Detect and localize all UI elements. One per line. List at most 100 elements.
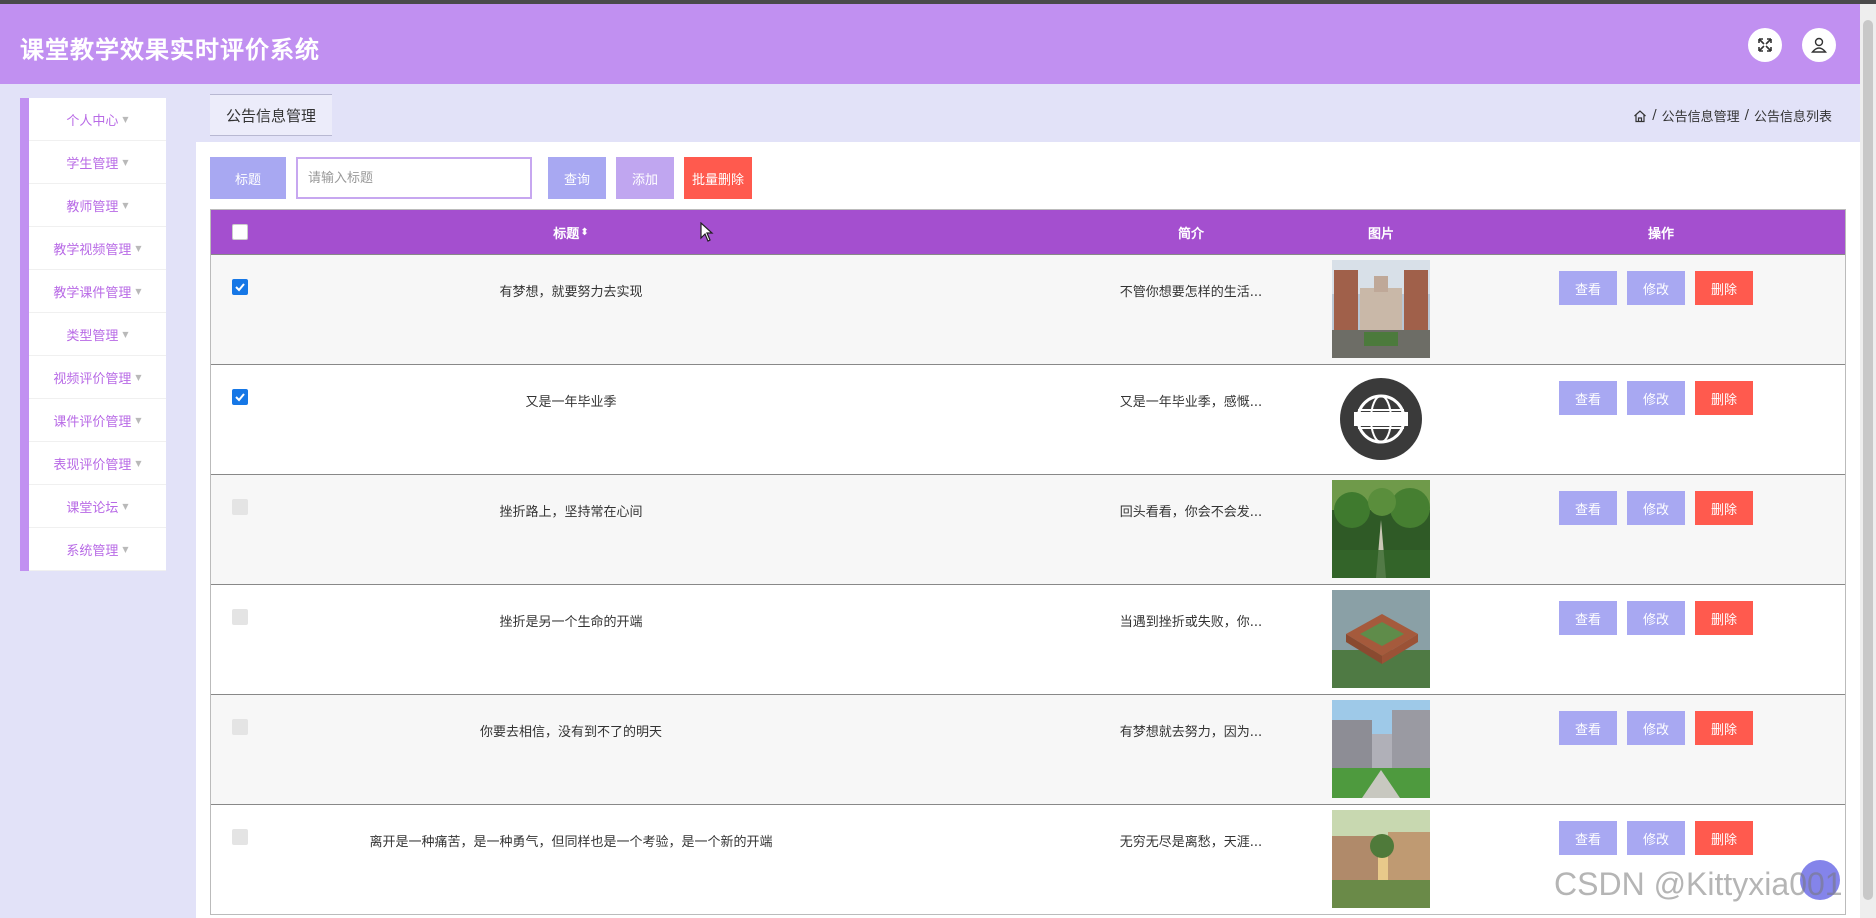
sidebar-item-video-reviews[interactable]: 视频评价管理 ▼ (29, 356, 166, 399)
column-header-image: 图片 (1367, 226, 1394, 242)
row-checkbox[interactable] (232, 829, 248, 845)
caret-down-icon: ▼ (122, 501, 129, 511)
row-intro: 有梦想就去努力，因为... (1119, 725, 1263, 740)
check-icon (235, 393, 245, 402)
mouse-cursor-icon (700, 222, 714, 242)
sidebar-item-teachers[interactable]: 教师管理 ▼ (29, 184, 166, 227)
breadcrumb-level1[interactable]: 公告信息管理 (1662, 106, 1740, 125)
caret-down-icon: ▼ (135, 286, 142, 296)
view-button[interactable]: 查看 (1559, 821, 1617, 855)
sidebar-item-label: 课件评价管理 (53, 414, 132, 430)
row-checkbox[interactable] (232, 609, 248, 625)
tab-bar: 公告信息管理 / 公告信息管理 / 公告信息列表 (196, 92, 1860, 142)
tab-notice-management[interactable]: 公告信息管理 (210, 94, 333, 136)
edit-button[interactable]: 修改 (1627, 381, 1685, 415)
sidebar-item-label: 系统管理 (66, 543, 119, 559)
query-button[interactable]: 查询 (548, 157, 606, 199)
fullscreen-button[interactable] (1748, 28, 1782, 62)
row-intro: 又是一年毕业季，感慨... (1119, 395, 1263, 410)
view-button[interactable]: 查看 (1559, 271, 1617, 305)
sidebar-item-students[interactable]: 学生管理 ▼ (29, 141, 166, 184)
column-header-title[interactable]: 标题 ⬍ (271, 210, 871, 254)
column-title-label: 标题 (553, 226, 580, 242)
search-input[interactable] (296, 157, 532, 199)
edit-button[interactable]: 修改 (1627, 711, 1685, 745)
row-intro: 不管你想要怎样的生活... (1119, 285, 1263, 300)
row-title: 又是一年毕业季 (525, 395, 617, 410)
sidebar-item-system[interactable]: 系统管理 ▼ (29, 528, 166, 571)
app-title: 课堂教学效果实时评价系统 (20, 36, 320, 64)
add-button[interactable]: 添加 (616, 157, 674, 199)
sidebar-item-label: 教学视频管理 (53, 242, 132, 258)
delete-button[interactable]: 删除 (1695, 491, 1753, 525)
sidebar-item-videos[interactable]: 教学视频管理 ▼ (29, 227, 166, 270)
notice-table: 标题 ⬍ 简介 图片 操作 有梦想，就要努力去实现 不管你想要怎样的生活... (210, 209, 1846, 915)
row-title: 挫折路上，坚持常在心间 (499, 505, 643, 520)
watermark: CSDN @Kittyxia001 (1554, 866, 1843, 902)
caret-down-icon: ▼ (122, 114, 129, 124)
sidebar: 个人中心 ▼ 学生管理 ▼ 教师管理 ▼ 教学视频管理 ▼ 教学课件管理 ▼ 类型管理 ▼ … (20, 98, 166, 571)
row-checkbox[interactable] (232, 719, 248, 735)
delete-button[interactable]: 删除 (1695, 601, 1753, 635)
row-thumbnail[interactable] (1332, 260, 1430, 358)
batch-delete-button[interactable]: 批量删除 (684, 157, 752, 199)
view-button[interactable]: 查看 (1559, 381, 1617, 415)
user-button[interactable] (1802, 28, 1836, 62)
row-thumbnail[interactable] (1332, 700, 1430, 798)
main-content: 标题 查询 添加 批量删除 标题 ⬍ 简介 图片 操作 有梦想，就要努力去实现 … (196, 142, 1860, 918)
row-thumbnail[interactable] (1332, 480, 1430, 578)
caret-down-icon: ▼ (122, 200, 129, 210)
garden-path-image (1332, 480, 1430, 578)
sidebar-item-label: 类型管理 (66, 328, 119, 344)
view-button[interactable]: 查看 (1559, 491, 1617, 525)
row-title: 离开是一种痛苦，是一种勇气，但同样也是一个考验，是一个新的开端 (369, 835, 773, 850)
row-thumbnail[interactable] (1332, 370, 1430, 468)
table-row: 又是一年毕业季 又是一年毕业季，感慨... 查看 修改 删除 (211, 364, 1845, 474)
campus-sunset-image (1332, 810, 1430, 908)
sidebar-item-forum[interactable]: 课堂论坛 ▼ (29, 485, 166, 528)
edit-button[interactable]: 修改 (1627, 821, 1685, 855)
sidebar-item-courseware[interactable]: 教学课件管理 ▼ (29, 270, 166, 313)
delete-button[interactable]: 删除 (1695, 711, 1753, 745)
row-thumbnail[interactable] (1332, 590, 1430, 688)
caret-down-icon: ▼ (135, 243, 142, 253)
row-checkbox[interactable] (232, 279, 248, 295)
delete-button[interactable]: 删除 (1695, 381, 1753, 415)
expand-icon (1758, 38, 1772, 52)
delete-button[interactable]: 删除 (1695, 271, 1753, 305)
sort-icon[interactable]: ⬍ (580, 227, 588, 238)
sidebar-item-label: 课堂论坛 (66, 500, 119, 516)
sidebar-item-courseware-reviews[interactable]: 课件评价管理 ▼ (29, 399, 166, 442)
caret-down-icon: ▼ (122, 157, 129, 167)
check-icon (235, 283, 245, 292)
row-checkbox[interactable] (232, 389, 248, 405)
sidebar-item-profile[interactable]: 个人中心 ▼ (29, 98, 166, 141)
row-thumbnail[interactable] (1332, 810, 1430, 908)
row-intro: 回头看看，你会不会发... (1119, 505, 1263, 520)
caret-down-icon: ▼ (122, 329, 129, 339)
table-header: 标题 ⬍ 简介 图片 操作 (211, 210, 1845, 254)
page-scrollbar-thumb[interactable] (1863, 20, 1873, 900)
row-title: 挫折是另一个生命的开端 (499, 615, 643, 630)
sidebar-item-types[interactable]: 类型管理 ▼ (29, 313, 166, 356)
table-row: 挫折路上，坚持常在心间 回头看看，你会不会发... 查看 修改 删除 (211, 474, 1845, 584)
edit-button[interactable]: 修改 (1627, 491, 1685, 525)
row-title: 你要去相信，没有到不了的明天 (479, 725, 662, 740)
sidebar-item-label: 教学课件管理 (53, 285, 132, 301)
campus-lawn-image (1332, 700, 1430, 798)
caret-down-icon: ▼ (122, 544, 129, 554)
edit-button[interactable]: 修改 (1627, 601, 1685, 635)
row-checkbox[interactable] (232, 499, 248, 515)
home-icon[interactable] (1633, 109, 1647, 123)
edit-button[interactable]: 修改 (1627, 271, 1685, 305)
select-all-checkbox[interactable] (232, 224, 248, 240)
view-button[interactable]: 查看 (1559, 711, 1617, 745)
sidebar-item-label: 表现评价管理 (53, 457, 132, 473)
sidebar-item-performance-reviews[interactable]: 表现评价管理 ▼ (29, 442, 166, 485)
delete-button[interactable]: 删除 (1695, 821, 1753, 855)
breadcrumb: / 公告信息管理 / 公告信息列表 (1633, 106, 1832, 125)
top-header: 课堂教学效果实时评价系统 (0, 0, 1876, 84)
row-intro: 当遇到挫折或失败，你... (1119, 615, 1263, 630)
caret-down-icon: ▼ (135, 372, 142, 382)
view-button[interactable]: 查看 (1559, 601, 1617, 635)
